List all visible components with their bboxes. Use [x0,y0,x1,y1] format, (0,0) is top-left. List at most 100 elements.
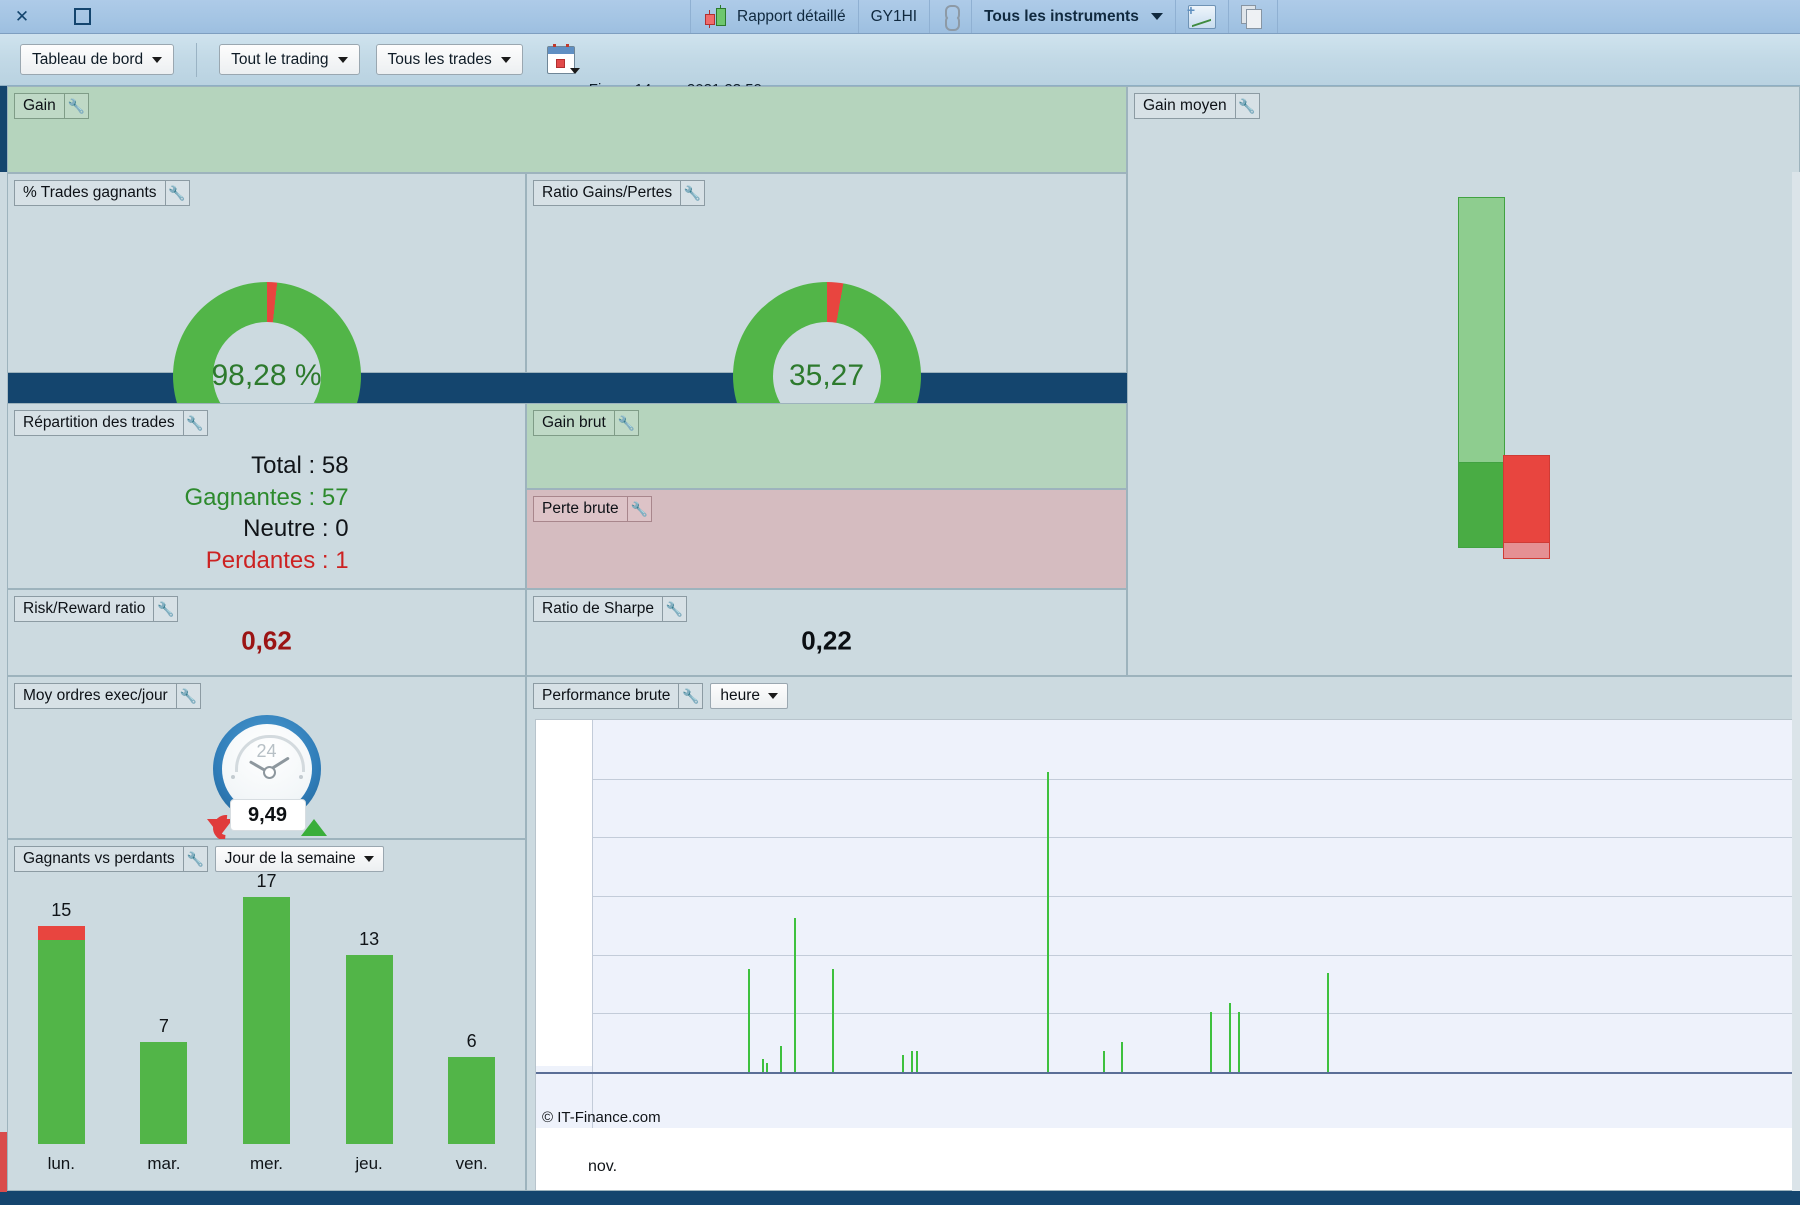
panel-win-percentage-header: % Trades gagnants 🔧 [14,180,190,206]
wrench-icon: 🔧 [666,602,683,616]
chevron-down-icon [570,68,580,74]
panel-gain-brut: Gain brut 🔧 [526,403,1127,489]
link-toggle[interactable] [930,0,971,33]
performance-bar [780,1046,782,1072]
gagnants-grouping-selector[interactable]: Jour de la semaine [215,846,384,872]
chevron-down-icon [768,693,778,699]
dashboard-grid: Gain 🔧 Gain moyen 🔧 % Trades gagnants 🔧 … [0,86,1800,1205]
gridline-horizontal [536,1013,1800,1014]
panel-gain-settings-button[interactable]: 🔧 [65,93,89,119]
wrench-icon: 🔧 [684,186,701,200]
instrument-code-label: GY1HI [871,8,918,26]
minimize-icon[interactable] [43,7,61,27]
titlebar-separator-7 [1277,0,1278,33]
panel-risk-reward-title: Risk/Reward ratio [14,596,154,622]
close-icon[interactable]: ✕ [13,8,31,26]
repartition-values: Total : 58 Gagnantes : 57 Neutre : 0 Per… [8,450,525,577]
instruments-selector[interactable]: Tous les instruments [972,0,1175,33]
repartition-losers: Perdantes : 1 [184,545,348,577]
performance-chart[interactable]: © IT-Finance.com nov. [535,719,1800,1190]
panel-gain-moyen-settings-button[interactable]: 🔧 [1236,93,1260,119]
bar-axis-label: jeu. [318,1144,421,1188]
performance-credit: © IT-Finance.com [542,1109,661,1126]
repartition-total: Total : 58 [184,450,348,482]
panel-sharpe: Ratio de Sharpe 🔧 0,22 [526,589,1127,676]
panel-risk-reward-settings-button[interactable]: 🔧 [154,596,178,622]
performance-bar [762,1059,764,1072]
panel-perte-brute: Perte brute 🔧 [526,489,1127,589]
copy-button[interactable] [1229,0,1277,33]
bar-axis-label: mer. [215,1144,318,1188]
wrench-icon: 🔧 [682,689,699,703]
panel-performance-header: Performance brute 🔧 heure [533,683,788,709]
calendar-button[interactable] [547,46,575,74]
bar-value-label: 7 [159,1016,169,1037]
performance-zero-line [536,1072,1800,1074]
panel-gain-title: Gain [14,93,65,119]
panel-sharpe-title: Ratio de Sharpe [533,596,663,622]
panel-gain-moyen-title: Gain moyen [1134,93,1236,119]
clock-gauge-icon: 24 9,49 [213,715,321,823]
performance-bar [832,969,834,1072]
performance-bar [766,1063,768,1072]
panel-win-percentage-settings-button[interactable]: 🔧 [166,180,190,206]
bar-axis-label: lun. [10,1144,113,1188]
win-percentage-value: 98,28 % [211,359,321,393]
toolbar-divider [196,43,197,77]
bar-column: 13 [318,886,421,1144]
panel-moy-ordres-settings-button[interactable]: 🔧 [177,683,201,709]
bar-axis-label: mar. [113,1144,216,1188]
performance-bar [902,1055,904,1072]
panel-gain-brut-settings-button[interactable]: 🔧 [615,410,639,436]
detailed-report-button[interactable]: Rapport détaillé [691,0,858,33]
calendar-icon [547,46,575,74]
risk-reward-value: 0,62 [8,625,525,656]
trading-selector[interactable]: Tout le trading [219,44,359,75]
panel-risk-reward: Risk/Reward ratio 🔧 0,62 [7,589,526,676]
bar-value-label: 17 [256,871,276,892]
copy-icon [1241,5,1265,29]
panel-gagnants-vs-perdants-settings-button[interactable]: 🔧 [184,846,208,872]
moy-ordres-value: 9,49 [230,799,306,831]
bar-segment-winners [243,897,290,1144]
repartition-neutral: Neutre : 0 [184,513,348,545]
view-selector[interactable]: Tableau de bord [20,44,174,75]
maximize-icon[interactable] [73,8,91,26]
panel-performance-settings-button[interactable]: 🔧 [679,683,703,709]
link-icon [942,5,959,28]
view-selector-label: Tableau de bord [32,51,143,69]
panel-gain-moyen-header: Gain moyen 🔧 [1134,93,1260,119]
bar-segment-winners [38,940,85,1144]
trading-selector-label: Tout le trading [231,51,328,69]
panel-performance-brute: Performance brute 🔧 heure © IT-Finance.c… [526,676,1800,1191]
panel-gagnants-vs-perdants-title: Gagnants vs perdants [14,846,184,872]
chevron-down-icon [501,57,511,63]
bar-column: 7 [113,886,216,1144]
add-chart-button[interactable] [1176,0,1228,33]
window-titlebar: ✕ Rapport détaillé GY1HI Tous les instru… [0,0,1800,34]
wrench-icon: 🔧 [630,502,647,516]
panel-repartition-title: Répartition des trades [14,410,184,436]
panel-moy-ordres-header: Moy ordres exec/jour 🔧 [14,683,201,709]
bar-stack [448,1057,495,1144]
performance-plot-area [536,720,1800,1128]
repartition-winners: Gagnantes : 57 [184,482,348,514]
panel-perte-brute-settings-button[interactable]: 🔧 [628,496,652,522]
panel-gain-loss-ratio-settings-button[interactable]: 🔧 [681,180,705,206]
bar-value-label: 15 [51,900,71,921]
performance-grouping-selector[interactable]: heure [710,683,788,709]
panel-gagnants-vs-perdants: Gagnants vs perdants 🔧 Jour de la semain… [7,839,526,1191]
panel-repartition-settings-button[interactable]: 🔧 [184,410,208,436]
panel-sharpe-settings-button[interactable]: 🔧 [663,596,687,622]
performance-bar [1238,1012,1240,1072]
gridline-horizontal [536,896,1800,897]
performance-left-margin [536,720,593,1066]
wrench-icon: 🔧 [186,416,203,430]
instrument-code[interactable]: GY1HI [859,0,930,33]
panel-moy-ordres: Moy ordres exec/jour 🔧 24 9,49 [7,676,526,839]
trades-selector[interactable]: Tous les trades [376,44,523,75]
bar-plot-area: 15717136 [10,886,523,1144]
bar-column: 15 [10,886,113,1144]
vertical-scrollbar[interactable] [1792,172,1800,1191]
bar-axis-labels: lun.mar.mer.jeu.ven. [10,1144,523,1188]
